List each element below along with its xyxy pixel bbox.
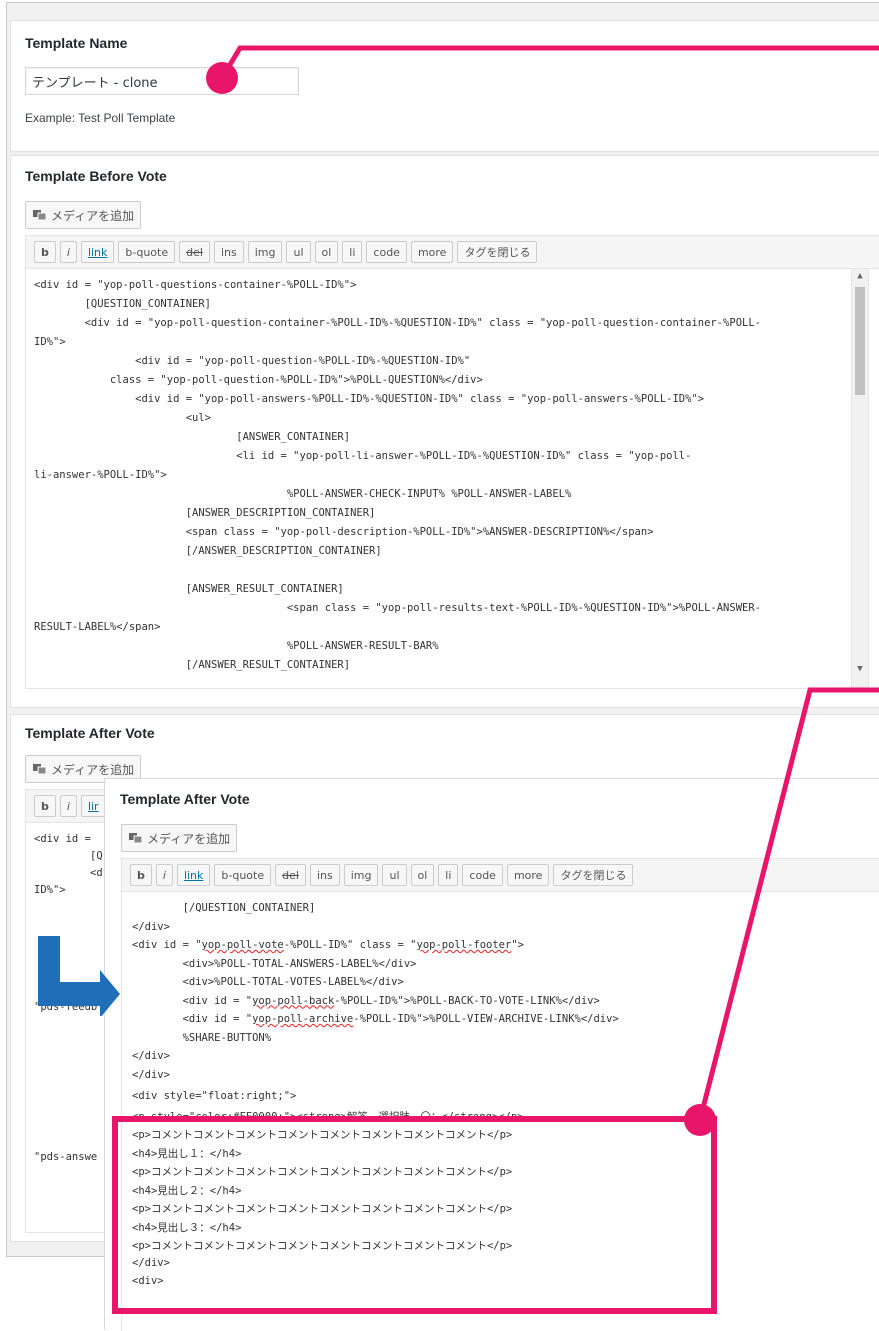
add-media-label: メディアを追加 <box>147 831 231 846</box>
quicktag-more-button[interactable]: more <box>506 864 550 886</box>
code-line: <div>%POLL-TOTAL-VOTES-LABEL%</div> <box>132 976 404 988</box>
media-icon <box>33 764 47 775</box>
template-name-title: Template Name <box>25 35 128 51</box>
code-line: <ul> <box>34 412 212 424</box>
code-line: class = "yop-poll-question-%POLL-ID%">%P… <box>34 374 483 386</box>
bg-code-snippet: [Q <box>90 850 103 862</box>
quicktag-code-button[interactable]: code <box>462 864 503 886</box>
code-line: <div id = "yop-poll-question-%POLL-ID%-%… <box>34 355 471 367</box>
code-line: <div style="float:right;"> <box>132 1090 297 1102</box>
code-line: <div>%POLL-TOTAL-ANSWERS-LABEL%</div> <box>132 957 417 970</box>
code-line: </div> <box>132 1050 170 1062</box>
quicktag-i-button[interactable]: i <box>59 241 77 263</box>
quicktag-b-button[interactable]: b <box>130 864 152 886</box>
add-media-label: メディアを追加 <box>51 762 135 777</box>
code-line: li-answer-%POLL-ID%"> <box>34 469 167 481</box>
quicktag-img-button[interactable]: img <box>247 241 283 263</box>
scroll-thumb[interactable] <box>855 287 865 395</box>
code-line: <span class = "yop-poll-description-%POL… <box>34 526 654 538</box>
add-media-button[interactable]: メディアを追加 <box>25 201 142 229</box>
popup-add-media-button[interactable]: メディアを追加 <box>121 824 238 852</box>
code-line: [QUESTION_CONTAINER] <box>34 298 212 310</box>
blue-arrow-icon <box>38 936 120 1016</box>
quicktag-lir-button[interactable]: lir <box>80 795 106 817</box>
quicktag-close-tags-button[interactable]: タグを閉じる <box>553 864 634 886</box>
quicktag-ul-button[interactable]: ul <box>286 241 311 263</box>
quicktag-b-button[interactable]: b <box>34 241 56 263</box>
code-line: RESULT-LABEL%</span> <box>34 621 161 633</box>
before-vote-code-editor[interactable]: ▲ ▼ <div id = "yop-poll-questions-contai… <box>25 269 869 689</box>
code-line: <li id = "yop-poll-li-answer-%POLL-ID%-%… <box>34 450 692 462</box>
quicktag-b-quote-button[interactable]: b-quote <box>118 241 176 263</box>
code-line: [ANSWER_CONTAINER] <box>34 431 351 443</box>
quicktag-ol-button[interactable]: ol <box>314 241 339 263</box>
bg-code-snippet: <d <box>90 867 103 879</box>
quicktag-more-button[interactable]: more <box>410 241 454 263</box>
code-line: %SHARE-BUTTON% <box>132 1031 272 1044</box>
scroll-up-arrow[interactable]: ▲ <box>852 271 868 281</box>
code-line: [/ANSWER_DESCRIPTION_CONTAINER] <box>34 545 382 557</box>
quicktag-img-button[interactable]: img <box>343 864 379 886</box>
quicktag-b-button[interactable]: b <box>34 795 56 817</box>
highlight-box <box>112 1116 717 1314</box>
code-line: <div id = "yop-poll-vote-%POLL-ID%" clas… <box>132 939 524 951</box>
media-icon <box>129 833 143 844</box>
before-vote-title: Template Before Vote <box>25 168 167 184</box>
code-line: [ANSWER_DESCRIPTION_CONTAINER] <box>34 507 376 519</box>
popup-after-vote-title: Template After Vote <box>120 791 250 807</box>
after-vote-title: Template After Vote <box>25 725 155 741</box>
bg-code-snippet: <div id = <box>34 833 91 845</box>
code-line: %POLL-ANSWER-RESULT-BAR% <box>34 640 439 652</box>
code-line: <span class = "yop-poll-results-text-%PO… <box>34 602 761 614</box>
code-line: %POLL-ANSWER-CHECK-INPUT% %POLL-ANSWER-L… <box>34 488 572 500</box>
quicktag-ul-button[interactable]: ul <box>382 864 407 886</box>
code-line: <div id = "yop-poll-questions-container-… <box>34 279 357 291</box>
quicktag-ins-button[interactable]: ins <box>309 864 340 886</box>
code-line: <div id = "yop-poll-question-container-%… <box>34 317 761 329</box>
code-line: <div id = "yop-poll-back-%POLL-ID%">%POL… <box>132 994 600 1007</box>
quicktag-link-button[interactable]: link <box>176 864 211 886</box>
quicktag-link-button[interactable]: link <box>80 241 115 263</box>
quicktag-del-button[interactable]: del <box>275 864 306 886</box>
template-name-example: Example: Test Poll Template <box>25 111 176 125</box>
quicktag-ins-button[interactable]: ins <box>213 241 244 263</box>
quicktag-li-button[interactable]: li <box>438 864 459 886</box>
code-line: </div> <box>132 1068 170 1081</box>
code-line: [/QUESTION_CONTAINER] <box>132 902 316 914</box>
quicktags-toolbar: b i link b-quote del ins img ul ol li code more タグを閉… <box>25 235 879 269</box>
quicktag-code-button[interactable]: code <box>366 241 407 263</box>
quicktag-close-tags-button[interactable]: タグを閉じる <box>457 241 538 263</box>
code-line: [/ANSWER_RESULT_CONTAINER] <box>34 659 351 671</box>
callout-line-top <box>206 45 879 94</box>
before-vote-section: Template Before Vote メディアを追加 b i link b-quo… <box>10 155 879 708</box>
bg-code-snippet: "pds-answe <box>34 1151 98 1163</box>
code-line: <div id = "yop-poll-answers-%POLL-ID%-%Q… <box>34 393 705 405</box>
add-media-label: メディアを追加 <box>51 208 135 223</box>
code-line: </div> <box>132 920 170 933</box>
quicktag-li-button[interactable]: li <box>342 241 363 263</box>
quicktag-b-quote-button[interactable]: b-quote <box>214 864 272 886</box>
bg-code-snippet: ID%"> <box>34 884 66 896</box>
quicktag-i-button[interactable]: i <box>59 795 77 817</box>
code-scrollbar[interactable]: ▲ ▼ <box>851 269 868 688</box>
media-icon <box>33 210 47 221</box>
quicktag-i-button[interactable]: i <box>155 864 173 886</box>
quicktag-del-button[interactable]: del <box>179 241 210 263</box>
code-line: [ANSWER_RESULT_CONTAINER] <box>34 583 344 595</box>
callout-line-bottom <box>684 687 879 1136</box>
code-line: <div id = "yop-poll-archive-%POLL-ID%">%… <box>132 1013 619 1025</box>
code-line: ID%"> <box>34 336 66 348</box>
quicktag-ol-button[interactable]: ol <box>410 864 435 886</box>
